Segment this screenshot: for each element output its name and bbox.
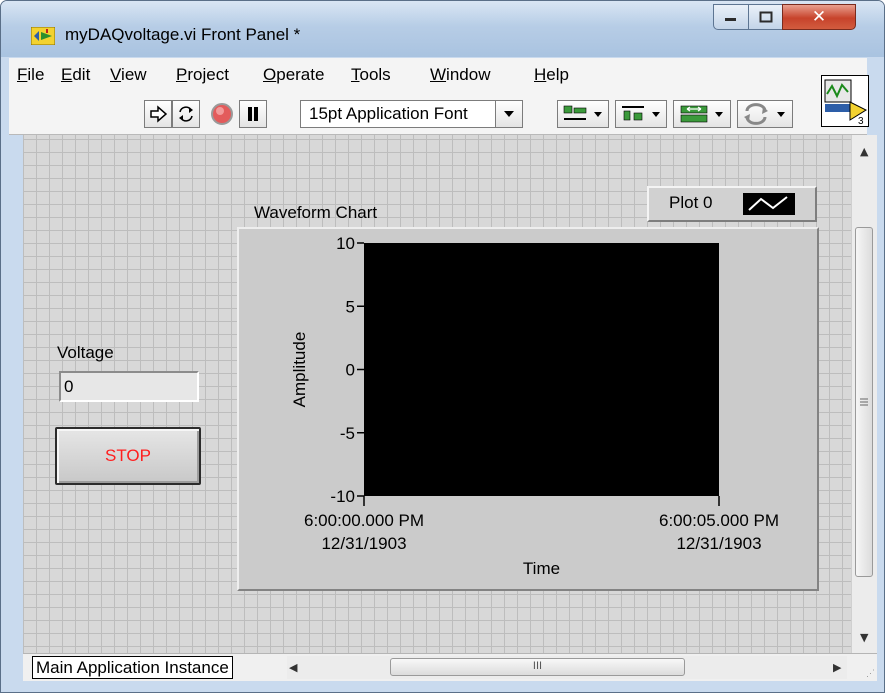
- title-bar[interactable]: myDAQvoltage.vi Front Panel * ✕: [1, 1, 884, 57]
- run-continuously-icon: [179, 106, 193, 122]
- align-objects-icon: [563, 105, 602, 120]
- stop-button[interactable]: STOP: [55, 427, 201, 485]
- chevron-down-icon[interactable]: [495, 101, 522, 127]
- x-tick-time-label: 6:00:05.000 PM: [659, 511, 779, 530]
- toolbar: 15pt Application Font: [9, 94, 867, 135]
- y-tick-label: -5: [340, 424, 355, 443]
- x-axis-label: Time: [523, 559, 560, 578]
- vertical-scrollbar[interactable]: ▲ ▼: [851, 135, 877, 653]
- scroll-left-icon[interactable]: ◀: [289, 661, 297, 674]
- legend-plot-name: Plot 0: [669, 193, 713, 212]
- distribute-objects-icon: [622, 106, 660, 121]
- grip-icon: [860, 398, 868, 406]
- run-button[interactable]: [144, 100, 172, 128]
- vi-connector-pane-icon[interactable]: 3: [821, 75, 869, 127]
- scroll-down-icon[interactable]: ▼: [860, 631, 868, 644]
- y-axis-label: Amplitude: [290, 332, 309, 408]
- front-panel-canvas[interactable]: Voltage 0 STOP Waveform Chart Plot 0 10 5…: [23, 135, 851, 653]
- voltage-value: 0: [64, 377, 74, 396]
- menu-file[interactable]: File: [17, 65, 44, 85]
- minimize-icon: [725, 18, 736, 21]
- menu-bar: File Edit View Project Operate Tools Win…: [9, 58, 867, 94]
- plot-legend[interactable]: Plot 0: [647, 186, 817, 222]
- labview-front-panel-window: myDAQvoltage.vi Front Panel * ✕ File Edi…: [0, 0, 885, 693]
- x-tick-date-label: 12/31/1903: [676, 534, 761, 553]
- stop-button-label: STOP: [105, 446, 151, 465]
- horizontal-scrollbar[interactable]: ◀ III ▶: [287, 656, 847, 679]
- waveform-chart[interactable]: 10 5 0 -5 -10 6:00:00.000 PM 12/31/1903 6:00:0…: [237, 227, 819, 591]
- minimize-button[interactable]: [713, 4, 749, 30]
- resize-objects-icon: [680, 105, 723, 123]
- pause-icon: [248, 107, 258, 121]
- close-icon: ✕: [811, 7, 827, 27]
- menu-project[interactable]: Project: [176, 65, 229, 85]
- labview-vi-icon: [31, 27, 55, 45]
- voltage-label: Voltage: [57, 343, 114, 362]
- abort-icon: [211, 103, 233, 125]
- plot-area[interactable]: [364, 243, 719, 496]
- pause-button[interactable]: [239, 100, 267, 128]
- voltage-indicator[interactable]: 0: [59, 371, 199, 402]
- menu-edit[interactable]: Edit: [61, 65, 90, 85]
- abort-button[interactable]: [207, 100, 237, 128]
- reorder-button[interactable]: [737, 100, 793, 128]
- x-tick-time-label: 6:00:00.000 PM: [304, 511, 424, 530]
- status-bar: Main Application Instance ◀ III ▶ ⋰: [23, 653, 877, 681]
- maximize-icon: [759, 11, 772, 23]
- horizontal-scroll-thumb[interactable]: III: [390, 658, 685, 676]
- legend-line-swatch: [743, 193, 795, 215]
- window-title: myDAQvoltage.vi Front Panel *: [65, 25, 301, 44]
- menu-tools[interactable]: Tools: [351, 65, 391, 85]
- run-continuously-button[interactable]: [172, 100, 200, 128]
- y-tick-label: 5: [346, 297, 355, 316]
- close-button[interactable]: ✕: [782, 4, 856, 30]
- align-objects-button[interactable]: [557, 100, 609, 128]
- resize-objects-button[interactable]: [673, 100, 731, 128]
- menu-operate[interactable]: Operate: [263, 65, 324, 85]
- svg-text:3: 3: [858, 116, 864, 126]
- menu-view[interactable]: View: [110, 65, 147, 85]
- font-selector[interactable]: 15pt Application Font: [300, 100, 523, 128]
- y-tick-label: 0: [346, 361, 355, 380]
- scroll-up-icon[interactable]: ▲: [860, 145, 868, 158]
- x-tick-date-label: 12/31/1903: [321, 534, 406, 553]
- application-instance[interactable]: Main Application Instance: [32, 656, 233, 679]
- run-arrow-icon: [150, 105, 168, 123]
- font-selector-value: 15pt Application Font: [309, 104, 468, 123]
- menu-help[interactable]: Help: [534, 65, 569, 85]
- maximize-button[interactable]: [748, 4, 783, 30]
- scroll-right-icon[interactable]: ▶: [833, 661, 841, 674]
- vi-icon: 3: [824, 79, 868, 127]
- y-tick-label: -10: [330, 487, 355, 506]
- y-tick-label: 10: [336, 234, 355, 253]
- resize-grip-icon[interactable]: ⋰: [866, 668, 875, 679]
- reorder-icon: [744, 103, 785, 125]
- menu-window[interactable]: Window: [430, 65, 490, 85]
- distribute-objects-button[interactable]: [615, 100, 667, 128]
- chart-title: Waveform Chart: [254, 203, 378, 222]
- vertical-scroll-thumb[interactable]: [855, 227, 873, 577]
- waveform-chart-svg: 10 5 0 -5 -10 6:00:00.000 PM 12/31/1903 6:00:0…: [290, 234, 779, 578]
